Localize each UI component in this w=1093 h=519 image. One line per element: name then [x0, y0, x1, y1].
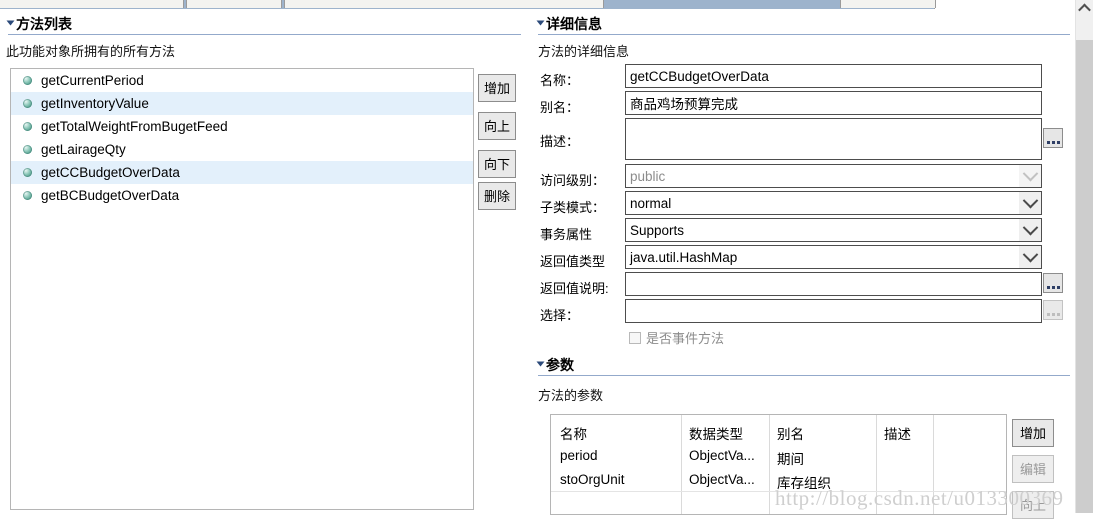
- params-cell[interactable]: 期间: [777, 448, 804, 468]
- method-move-down-button[interactable]: 向下: [478, 150, 516, 178]
- transaction-attribute-select[interactable]: Supports: [625, 218, 1042, 242]
- method-list-rule: [8, 34, 521, 35]
- return-type-select[interactable]: java.util.HashMap: [625, 245, 1042, 269]
- return-type-label: 返回值类型: [540, 254, 606, 269]
- list-item[interactable]: getCurrentPeriod: [11, 69, 473, 92]
- params-cell[interactable]: ObjectVa...: [689, 448, 755, 463]
- return-type-dropdown-arrow[interactable]: [1019, 246, 1041, 268]
- chevron-up-icon: [1078, 3, 1091, 17]
- details-subtitle: 方法的详细信息: [538, 44, 630, 59]
- method-icon: [23, 191, 32, 200]
- method-icon: [23, 145, 32, 154]
- access-level-select[interactable]: public: [625, 164, 1042, 188]
- method-add-button[interactable]: 增加: [478, 74, 516, 102]
- access-level-label: 访问级别：: [540, 173, 606, 188]
- description-input[interactable]: [625, 118, 1042, 160]
- return-description-browse-button[interactable]: [1043, 273, 1063, 293]
- params-column-header: 数据类型: [689, 427, 743, 442]
- list-item[interactable]: getInventoryValue: [11, 92, 473, 115]
- chevron-down-icon: [1022, 246, 1038, 262]
- collapse-triangle-icon[interactable]: [536, 361, 545, 367]
- editor-tab-strip: [0, 0, 1093, 9]
- list-item-label: getCCBudgetOverData: [41, 165, 180, 180]
- params-cell[interactable]: ObjectVa...: [689, 472, 755, 487]
- editor-tab-active[interactable]: [934, 0, 1093, 9]
- access-level-value: public: [630, 168, 666, 184]
- params-subtitle: 方法的参数: [538, 388, 604, 403]
- method-icon: [23, 76, 32, 85]
- subclass-mode-value: normal: [630, 195, 672, 211]
- event-method-checkbox[interactable]: [629, 331, 641, 344]
- vertical-scrollbar[interactable]: [1075, 0, 1093, 513]
- params-title-text: 参数: [546, 357, 574, 373]
- params-column-header: 描述: [884, 427, 911, 442]
- event-method-checkbox-label: 是否事件方法: [646, 331, 725, 346]
- method-delete-button[interactable]: 删除: [478, 182, 516, 210]
- name-label: 名称：: [540, 73, 580, 88]
- method-icon: [23, 168, 32, 177]
- params-column-header: 名称: [560, 427, 587, 442]
- method-list-subtitle: 此功能对象所拥有的所有方法: [6, 44, 176, 59]
- params-rule: [538, 375, 1070, 376]
- list-item-label: getInventoryValue: [41, 96, 149, 111]
- alias-label: 别名：: [540, 100, 580, 115]
- param-add-button[interactable]: 增加: [1012, 419, 1054, 447]
- event-method-checkbox-row[interactable]: 是否事件方法: [629, 328, 724, 347]
- return-description-input[interactable]: [625, 272, 1042, 296]
- selection-label: 选择：: [540, 308, 580, 323]
- return-description-label: 返回值说明:: [540, 281, 609, 296]
- params-section-title: 参数: [536, 355, 574, 375]
- method-listbox[interactable]: getCurrentPeriod getInventoryValue getTo…: [10, 68, 474, 510]
- editor-tab-2[interactable]: [186, 0, 282, 8]
- params-table-divider: [769, 415, 770, 514]
- details-section-title: 详细信息: [536, 14, 602, 34]
- alias-input[interactable]: 商品鸡场预算完成: [625, 91, 1042, 115]
- selection-input[interactable]: [625, 299, 1042, 323]
- transaction-attribute-value: Supports: [630, 222, 685, 238]
- subclass-mode-select[interactable]: normal: [625, 191, 1042, 215]
- subclass-mode-label: 子类模式：: [540, 200, 606, 215]
- return-type-value: java.util.HashMap: [630, 249, 738, 265]
- method-move-up-button[interactable]: 向上: [478, 112, 516, 140]
- access-level-dropdown-arrow[interactable]: [1019, 165, 1041, 187]
- param-edit-button[interactable]: 编辑: [1012, 455, 1054, 483]
- chevron-down-icon: [1022, 219, 1038, 235]
- scrollbar-thumb[interactable]: [1076, 40, 1093, 513]
- subclass-mode-dropdown-arrow[interactable]: [1019, 192, 1041, 214]
- transaction-attribute-dropdown-arrow[interactable]: [1019, 219, 1041, 241]
- transaction-attribute-label: 事务属性: [540, 227, 593, 242]
- list-item-label: getTotalWeightFromBugetFeed: [41, 119, 228, 134]
- details-rule: [538, 34, 1070, 35]
- params-cell[interactable]: stoOrgUnit: [560, 472, 625, 487]
- name-input[interactable]: getCCBudgetOverData: [625, 64, 1042, 88]
- scroll-up-button[interactable]: [1076, 0, 1093, 17]
- editor-tab-4[interactable]: [840, 0, 936, 8]
- description-browse-button[interactable]: [1043, 128, 1063, 148]
- chevron-down-icon: [1022, 165, 1038, 181]
- method-list-section-title: 方法列表: [6, 14, 72, 34]
- list-item-label: getBCBudgetOverData: [41, 188, 180, 203]
- list-item-label: getCurrentPeriod: [41, 73, 144, 88]
- list-item[interactable]: getCCBudgetOverData: [11, 161, 473, 184]
- collapse-triangle-icon[interactable]: [536, 20, 545, 26]
- editor-tab-3[interactable]: [284, 0, 604, 8]
- collapse-triangle-icon[interactable]: [6, 20, 15, 26]
- selection-browse-button[interactable]: [1043, 300, 1063, 320]
- method-icon: [23, 99, 32, 108]
- params-table-divider: [681, 415, 682, 514]
- method-list-title-text: 方法列表: [16, 16, 72, 32]
- list-item-label: getLairageQty: [41, 142, 126, 157]
- application-window: 方法列表 此功能对象所拥有的所有方法 getCurrentPeriod getI…: [0, 0, 1093, 519]
- list-item[interactable]: getBCBudgetOverData: [11, 184, 473, 207]
- list-item[interactable]: getLairageQty: [11, 138, 473, 161]
- description-label: 描述：: [540, 134, 580, 149]
- params-column-header: 别名: [777, 427, 804, 442]
- details-title-text: 详细信息: [546, 16, 602, 32]
- watermark-text: http://blog.csdn.net/u013300369: [775, 486, 1064, 510]
- editor-tab-1[interactable]: [0, 0, 184, 8]
- params-cell[interactable]: period: [560, 448, 598, 463]
- chevron-down-icon: [1022, 192, 1038, 208]
- method-icon: [23, 122, 32, 131]
- list-item[interactable]: getTotalWeightFromBugetFeed: [11, 115, 473, 138]
